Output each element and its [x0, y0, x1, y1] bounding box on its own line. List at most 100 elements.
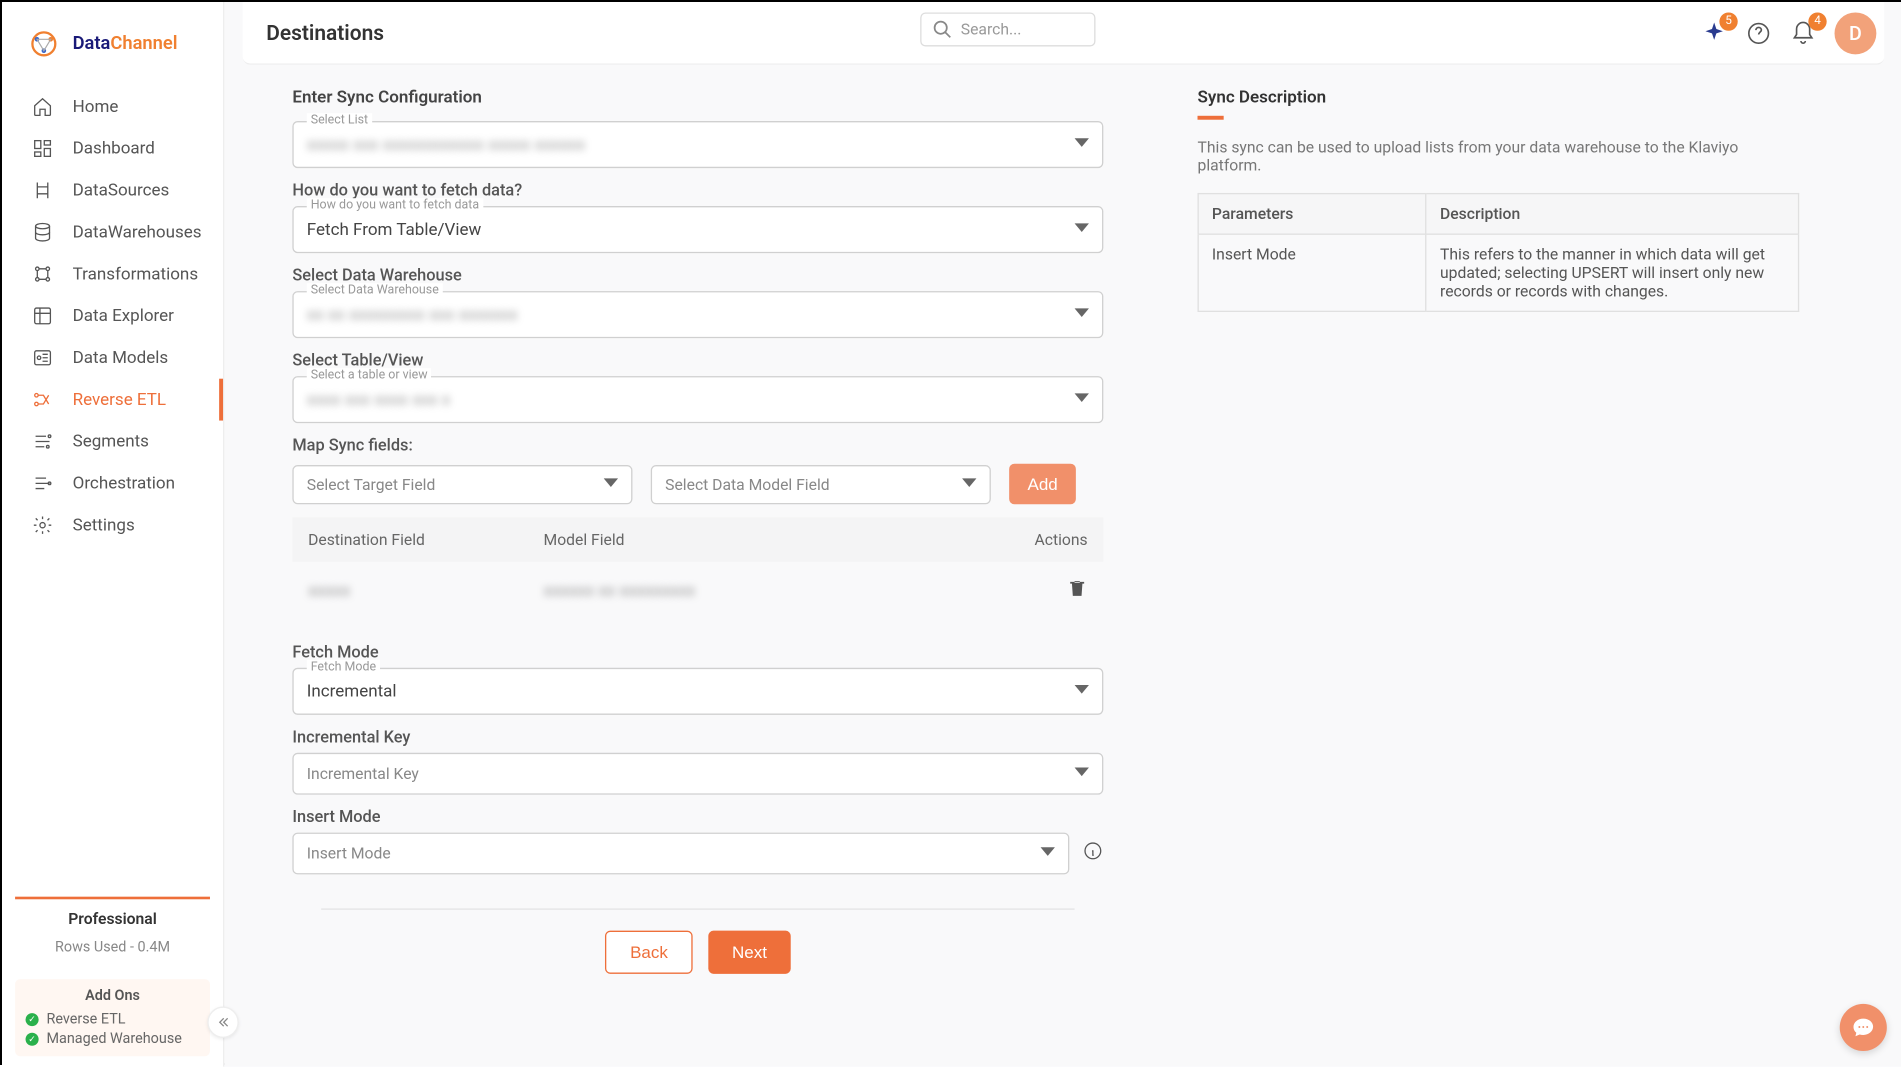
sidebar-item-label: Transformations [73, 264, 198, 284]
addons-title: Add Ons [26, 987, 200, 1004]
brand-text: DataChannel [73, 33, 178, 54]
dashboard-icon [31, 137, 55, 161]
map-row-model: xxxxxx xx xxxxxxxxx [544, 581, 1010, 601]
data-models-icon [31, 346, 55, 370]
datawarehouses-icon [31, 220, 55, 244]
sidebar-item-datawarehouses[interactable]: DataWarehouses [2, 211, 223, 253]
delete-mapping-button[interactable] [1009, 578, 1087, 604]
section-title: Enter Sync Configuration [292, 88, 1103, 108]
select-data-model-field-dropdown[interactable]: Select Data Model Field [651, 464, 991, 503]
chat-icon [1852, 1016, 1876, 1040]
main: Destinations Search... 5 4 [224, 2, 1901, 1067]
param-desc: This refers to the manner in which data … [1426, 234, 1798, 311]
sidebar-item-datasources[interactable]: DataSources [2, 169, 223, 211]
sidebar-item-label: DataSources [73, 181, 170, 201]
orchestration-icon [31, 472, 55, 496]
fetch-value: Fetch From Table/View [307, 220, 481, 240]
sidebar-item-segments[interactable]: Segments [2, 421, 223, 463]
map-header-actions: Actions [1009, 530, 1087, 548]
insert-mode-placeholder: Insert Mode [307, 844, 391, 862]
add-button[interactable]: Add [1009, 464, 1076, 505]
topbar: Destinations Search... 5 4 [243, 2, 1885, 65]
sidebar-item-label: Data Models [73, 348, 169, 368]
plan-card: Professional Rows Used - 0.4M [15, 897, 210, 964]
check-icon: ✓ [26, 1032, 39, 1045]
target-placeholder: Select Target Field [307, 475, 436, 493]
segments-icon [31, 430, 55, 454]
insert-mode-heading: Insert Mode [292, 808, 1103, 828]
map-table-header: Destination Field Model Field Actions [292, 517, 1103, 561]
help-button[interactable] [1746, 20, 1772, 46]
sidebar-item-dashboard[interactable]: Dashboard [2, 128, 223, 170]
addon-managed-warehouse: ✓ Managed Warehouse [26, 1029, 200, 1049]
sidebar-item-label: Dashboard [73, 139, 155, 159]
back-button[interactable]: Back [605, 931, 693, 974]
sidebar-item-label: Data Explorer [73, 306, 174, 326]
chevron-down-icon [1041, 844, 1055, 862]
chevron-down-icon [962, 475, 976, 493]
addon-label: Managed Warehouse [46, 1030, 181, 1047]
sync-description-panel: Sync Description This sync can be used t… [1198, 88, 1800, 974]
select-dw-dropdown[interactable]: Select Data Warehouse xx xx xxxxxxxxx xx… [292, 291, 1103, 338]
sidebar-item-orchestration[interactable]: Orchestration [2, 462, 223, 504]
chevron-down-icon [604, 475, 618, 493]
select-target-field-dropdown[interactable]: Select Target Field [292, 464, 632, 503]
insert-mode-dropdown[interactable]: Insert Mode [292, 833, 1069, 875]
chevron-down-icon [1075, 305, 1089, 325]
description-underline [1198, 116, 1224, 120]
fetch-mode-value: Incremental [307, 682, 397, 702]
select-list-floating-label: Select List [307, 113, 372, 127]
notifications-button[interactable]: 4 [1790, 20, 1816, 46]
bell-badge: 4 [1808, 12, 1826, 30]
avatar-initial: D [1849, 22, 1862, 46]
sidebar-item-label: Settings [73, 515, 135, 535]
select-table-dropdown[interactable]: Select a table or view xxxx xxx xxxx xxx… [292, 376, 1103, 423]
select-table-value: xxxx xxx xxxx xxx x [307, 390, 450, 410]
sidebar-item-settings[interactable]: Settings [2, 504, 223, 546]
sidebar-item-data-models[interactable]: Data Models [2, 337, 223, 379]
brand-logo[interactable]: DataChannel [2, 18, 223, 86]
map-header-destination: Destination Field [308, 530, 543, 548]
avatar[interactable]: D [1835, 12, 1877, 54]
sidebar-item-reverse-etl[interactable]: Reverse ETL [2, 379, 223, 421]
reverse-etl-icon [31, 388, 55, 412]
fetch-method-dropdown[interactable]: How do you want to fetch data Fetch From… [292, 206, 1103, 253]
search-icon [932, 19, 953, 40]
map-table-row: xxxxx xxxxxx xx xxxxxxxxx [292, 562, 1103, 620]
brand-icon [26, 26, 63, 63]
search-input[interactable]: Search... [920, 12, 1095, 46]
settings-icon [31, 513, 55, 537]
sync-form: Enter Sync Configuration Select List xxx… [292, 88, 1103, 974]
fetch-mode-heading: Fetch Mode [292, 643, 1103, 663]
fetch-mode-dropdown[interactable]: Fetch Mode Incremental [292, 668, 1103, 715]
collapse-sidebar-button[interactable] [207, 1007, 238, 1038]
map-sync-heading: Map Sync fields: [292, 436, 1103, 456]
chevron-down-icon [1075, 765, 1089, 783]
check-icon: ✓ [26, 1012, 39, 1025]
sidebar-item-label: Reverse ETL [73, 390, 166, 410]
sidebar: DataChannel Home Dashboard DataSources D… [2, 2, 224, 1067]
param-th-parameters: Parameters [1198, 194, 1426, 235]
sidebar-item-label: Segments [73, 432, 149, 452]
rows-used: Rows Used - 0.4M [15, 939, 210, 956]
spark-badge: 5 [1719, 12, 1737, 30]
parameters-table: Parameters Description Insert Mode This … [1198, 193, 1800, 312]
insert-mode-info-button[interactable] [1082, 840, 1103, 866]
select-list-dropdown[interactable]: Select List xxxxx xxx xxxxxxxxxxxx xxxxx… [292, 121, 1103, 168]
fetch-floating-label: How do you want to fetch data [307, 198, 483, 212]
sidebar-item-data-explorer[interactable]: Data Explorer [2, 295, 223, 337]
next-button[interactable]: Next [708, 931, 790, 974]
description-title: Sync Description [1198, 88, 1800, 108]
sidebar-item-transformations[interactable]: Transformations [2, 253, 223, 295]
page-title: Destinations [266, 20, 384, 45]
chat-fab[interactable] [1840, 1004, 1887, 1051]
divider [321, 908, 1074, 909]
help-icon [1746, 20, 1772, 46]
incremental-key-dropdown[interactable]: Incremental Key [292, 753, 1103, 795]
chevron-down-icon [1075, 390, 1089, 410]
plan-name: Professional [15, 910, 210, 928]
spark-button[interactable]: 5 [1701, 20, 1727, 46]
addon-reverse-etl: ✓Reverse ETL [26, 1009, 200, 1029]
sidebar-item-home[interactable]: Home [2, 86, 223, 128]
transformations-icon [31, 262, 55, 286]
